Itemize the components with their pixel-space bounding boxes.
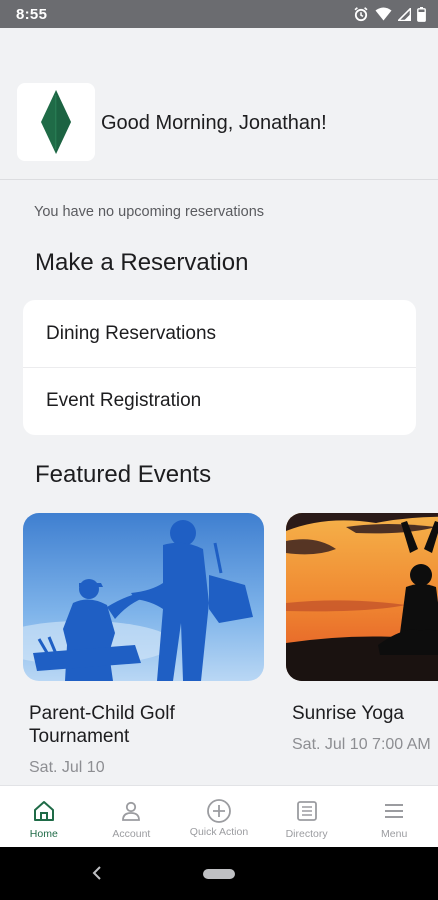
home-header: Good Morning, Jonathan! <box>0 28 438 180</box>
system-navigation-bar <box>0 847 438 900</box>
directory-icon <box>296 801 317 821</box>
nav-account[interactable]: Account <box>88 786 176 847</box>
nav-menu[interactable]: Menu <box>350 786 438 847</box>
status-icons <box>353 6 426 22</box>
person-icon <box>122 801 141 821</box>
club-logo <box>17 83 95 161</box>
no-reservations-message: You have no upcoming reservations <box>34 204 265 220</box>
nav-home-label: Home <box>29 828 58 840</box>
status-time: 8:55 <box>16 5 48 23</box>
reservation-options-card: Dining Reservations Event Registration <box>23 300 416 435</box>
app-screen: 8:55 Good Morning, Jonathan! You have no… <box>0 0 438 900</box>
signal-icon <box>398 7 411 21</box>
event-registration-option[interactable]: Event Registration <box>23 367 416 434</box>
event-title: Parent-Child Golf Tournament <box>29 703 175 747</box>
event-date: Sat. Jul 10 <box>29 759 105 776</box>
bottom-navigation: Home Account Quick Action Directory Menu <box>0 785 438 847</box>
nav-quick-action[interactable]: Quick Action <box>175 786 263 847</box>
leaf-logo-icon <box>41 90 71 154</box>
nav-home[interactable]: Home <box>0 786 88 847</box>
event-date: Sat. Jul 10 7:00 AM <box>292 736 431 753</box>
home-icon <box>33 801 54 821</box>
event-card-yoga[interactable]: Sunrise Yoga Sat. Jul 10 7:00 AM <box>286 513 438 754</box>
nav-quick-action-label: Quick Action <box>189 826 249 838</box>
wifi-icon <box>375 7 392 21</box>
golf-event-image <box>23 513 264 681</box>
hamburger-menu-icon <box>385 804 404 818</box>
back-icon[interactable] <box>90 864 104 882</box>
battery-icon <box>417 6 426 22</box>
yoga-event-image <box>286 513 438 681</box>
home-pill-button[interactable] <box>203 869 235 879</box>
plus-circle-icon <box>207 799 231 823</box>
greeting-text: Good Morning, Jonathan! <box>101 112 327 134</box>
alarm-icon <box>354 7 368 22</box>
dining-reservations-option[interactable]: Dining Reservations <box>23 300 416 367</box>
nav-directory[interactable]: Directory <box>263 786 351 847</box>
make-reservation-title: Make a Reservation <box>35 249 249 276</box>
status-bar: 8:55 <box>0 0 438 28</box>
nav-account-label: Account <box>112 828 151 840</box>
featured-events-title: Featured Events <box>35 461 212 488</box>
event-title: Sunrise Yoga <box>292 703 404 724</box>
nav-menu-label: Menu <box>381 828 408 840</box>
event-card-golf[interactable]: Parent-Child Golf Tournament Sat. Jul 10 <box>23 513 264 777</box>
nav-directory-label: Directory <box>285 828 328 840</box>
